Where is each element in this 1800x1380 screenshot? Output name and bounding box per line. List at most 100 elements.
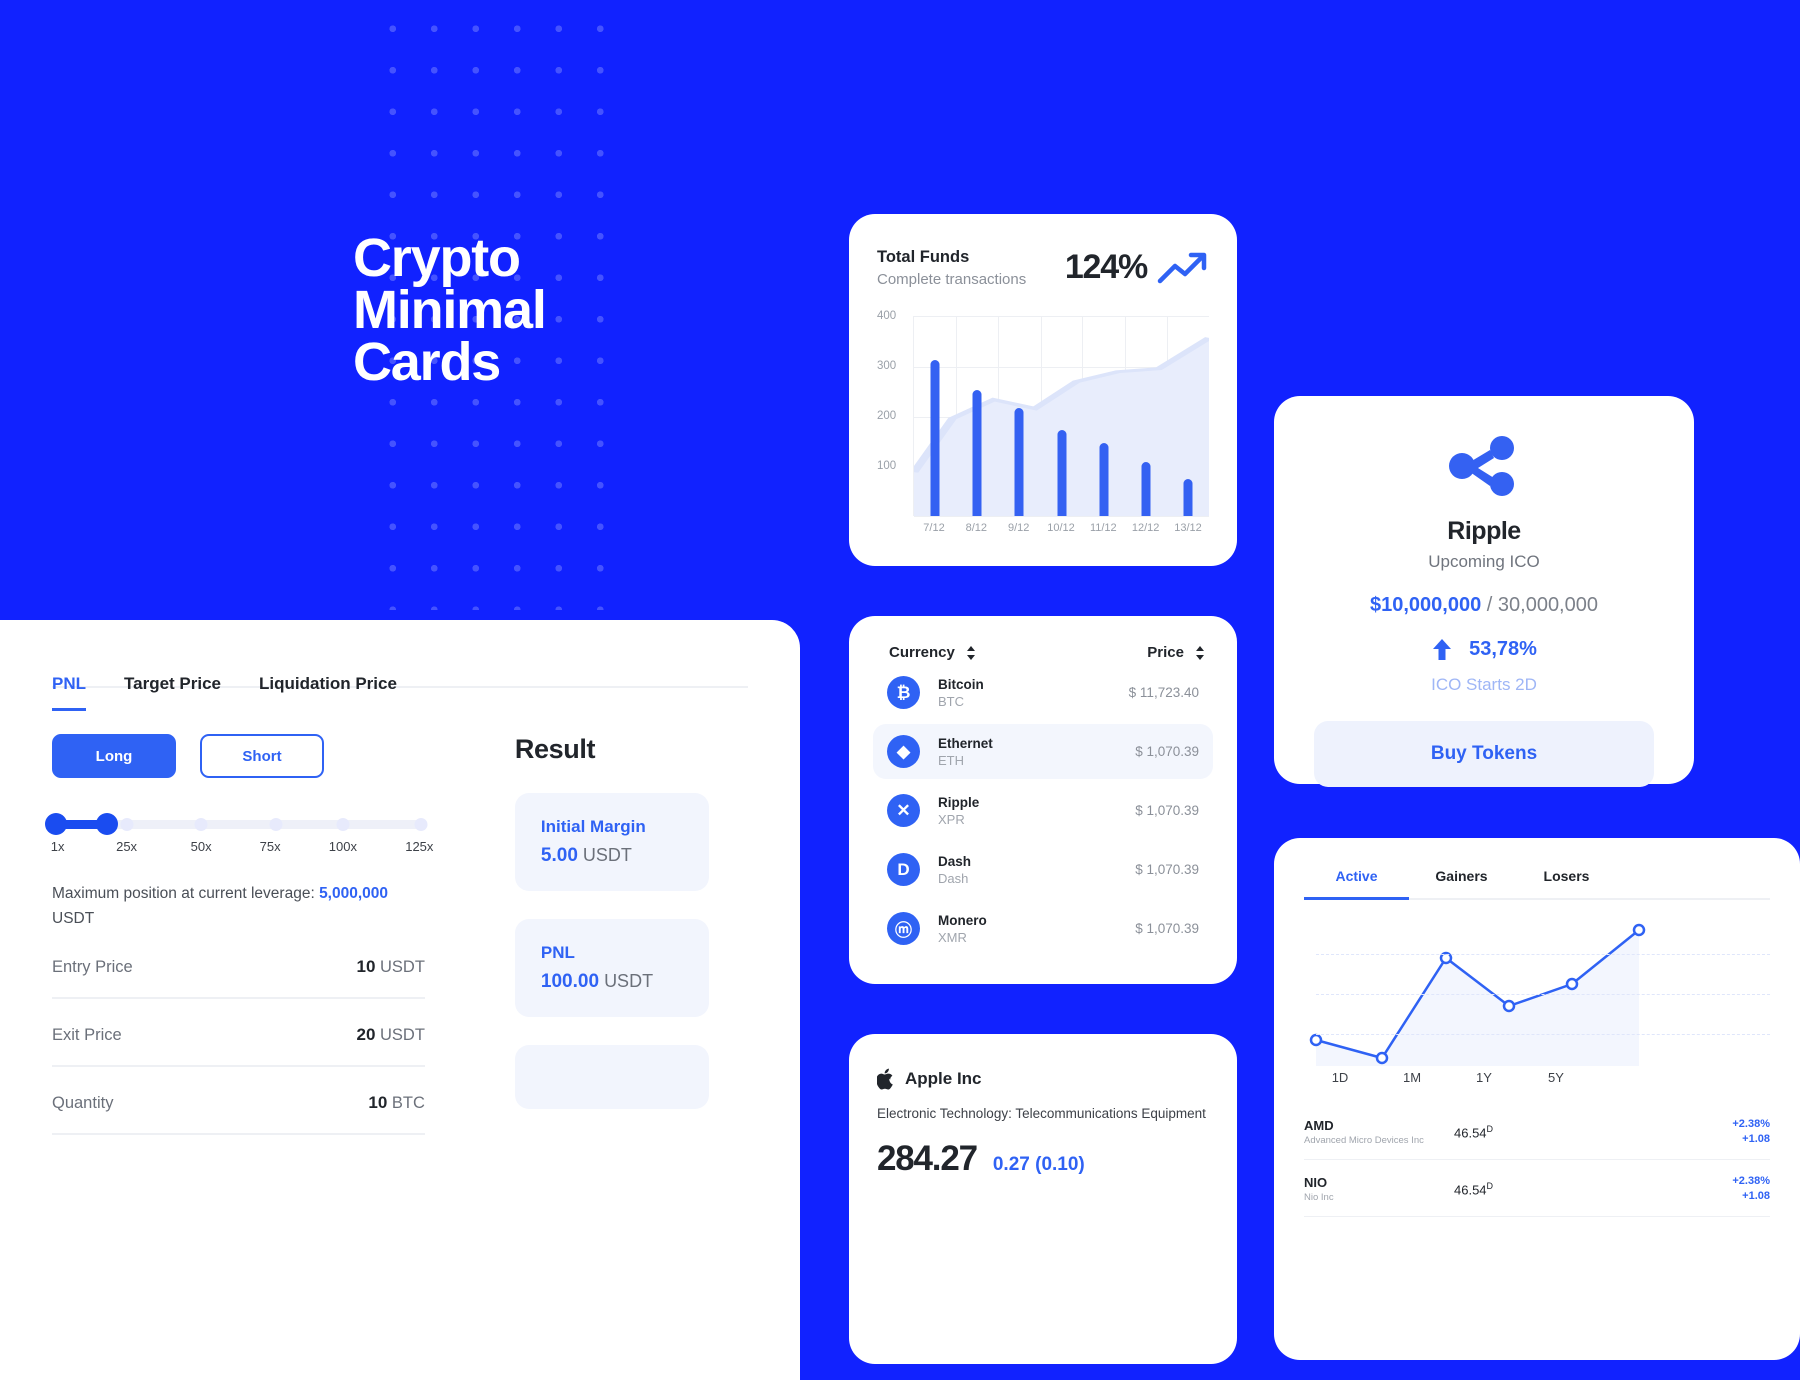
chart-x-axis: 7/12 8/12 9/12 10/12 11/12 12/12 13/12 [913, 522, 1209, 540]
leverage-tick-dot[interactable] [120, 818, 134, 831]
exit-price-row[interactable]: Exit Price 20 USDT [52, 999, 425, 1067]
sort-icon[interactable] [1196, 645, 1205, 660]
coin-symbol: XMR [938, 929, 967, 945]
stock-change: +2.38% +1.08 [1574, 1117, 1770, 1147]
leverage-track[interactable] [44, 813, 428, 835]
stock-value: 46.54D [1454, 1123, 1494, 1141]
stocks-card: Active Gainers Losers 1D 1M 1Y 5Y AMD Ad… [1274, 838, 1800, 1360]
table-row[interactable]: D Dash Dash $ 1,070.39 [873, 842, 1213, 897]
x-tick-label: 10/12 [1047, 522, 1075, 534]
price-column-header[interactable]: Price [1147, 644, 1205, 661]
arrow-up-icon [1433, 639, 1452, 660]
ripple-icon: ✕ [887, 794, 920, 827]
coin-price: $ 1,070.39 [1135, 744, 1199, 759]
leverage-tick-label: 1x [50, 839, 65, 854]
dash-icon: D [887, 853, 920, 886]
tab-losers[interactable]: Losers [1514, 868, 1619, 900]
max-position-note: Maximum position at current leverage: 5,… [52, 881, 425, 931]
range-1d[interactable]: 1D [1304, 1070, 1376, 1085]
entry-price-value: 10 USDT [356, 957, 425, 976]
ethereum-icon: ◆ [887, 735, 920, 768]
coin-name: Ethernet [938, 735, 993, 751]
leverage-tick-dot[interactable] [336, 818, 350, 831]
leverage-tick-dot[interactable] [414, 818, 428, 831]
stock-company: Advanced Micro Devices Inc [1304, 1135, 1424, 1146]
stocks-range-selector: 1D 1M 1Y 5Y [1304, 1070, 1770, 1085]
leverage-tick-dot[interactable] [269, 818, 283, 831]
tab-gainers[interactable]: Gainers [1409, 868, 1514, 900]
tab-liquidation-price[interactable]: Liquidation Price [259, 674, 397, 711]
total-funds-percent: 124% [1064, 248, 1148, 286]
y-tick-100: 100 [877, 460, 897, 472]
leverage-tick-dot[interactable] [194, 818, 208, 831]
table-row[interactable]: ◆ Ethernet ETH $ 1,070.39 [873, 724, 1213, 779]
stock-symbol: AMD [1304, 1118, 1334, 1133]
initial-margin-value: 5.00 USDT [540, 845, 632, 866]
quantity-row[interactable]: Quantity 10 BTC [52, 1067, 425, 1135]
gridline-h [914, 516, 1209, 517]
sort-icon[interactable] [966, 645, 976, 660]
pnl-form: Long Short 1x 25x 50x 75x 100x 125x Maxi… [44, 734, 434, 1135]
long-button[interactable]: Long [52, 734, 176, 778]
bar-11-12 [1099, 443, 1109, 516]
stocks-tabs: Active Gainers Losers [1304, 866, 1770, 900]
stock-change-pct: +2.38% [1732, 1175, 1770, 1187]
ripple-funding: $10,000,000 / 30,000,000 [1314, 594, 1654, 617]
quantity-value: 10 BTC [368, 1093, 425, 1112]
leverage-slider[interactable]: 1x 25x 50x 75x 100x 125x [44, 813, 434, 861]
ripple-subtitle: Upcoming ICO [1428, 552, 1540, 571]
ripple-name: Ripple [1447, 517, 1521, 545]
leverage-tick-labels: 1x 25x 50x 75x 100x 125x [50, 839, 434, 861]
ripple-percent: 53,78% [1469, 637, 1537, 660]
entry-price-row[interactable]: Entry Price 10 USDT [52, 931, 425, 999]
currency-table-header: Currency Price [873, 644, 1213, 661]
coin-price: $ 1,070.39 [1135, 921, 1199, 936]
table-row[interactable]: AMD Advanced Micro Devices Inc 46.54D +2… [1304, 1103, 1770, 1160]
currency-column-header[interactable]: Currency [889, 644, 976, 661]
trending-up-icon [1157, 252, 1207, 283]
tab-active[interactable]: Active [1304, 868, 1409, 900]
total-funds-title: Total Funds [877, 248, 970, 266]
x-tick-label: 13/12 [1174, 522, 1202, 534]
stocks-sparkline [1309, 923, 1646, 1066]
x-tick-label: 12/12 [1131, 522, 1160, 534]
leverage-tick-label: 25x [116, 839, 138, 854]
coin-name: Dash [938, 853, 972, 869]
apple-change: 0.27 (0.10) [992, 1154, 1085, 1175]
leverage-tick-label: 100x [328, 839, 357, 854]
max-position-value: 5,000,000 [319, 885, 389, 902]
table-row[interactable]: NIO Nio Inc 46.54D +2.38% +1.08 [1304, 1160, 1770, 1217]
ripple-start-countdown: ICO Starts 2D [1431, 675, 1537, 694]
pnl-result-value: 100.00 USDT [540, 971, 654, 992]
stock-change-pct: +2.38% [1732, 1118, 1770, 1130]
stock-change: +2.38% +1.08 [1574, 1174, 1770, 1204]
exit-price-value: 20 USDT [356, 1025, 425, 1044]
chart-plot-area [913, 316, 1209, 517]
coin-price: $ 1,070.39 [1135, 862, 1199, 877]
max-position-suffix: USDT [52, 910, 95, 927]
bar-7-12 [930, 360, 940, 516]
table-row[interactable]: ✕ Ripple XPR $ 1,070.39 [873, 783, 1213, 838]
currency-header-label: Currency [889, 644, 955, 661]
short-button[interactable]: Short [200, 734, 324, 778]
ripple-icon [1449, 436, 1514, 496]
table-row[interactable]: ⓜ Monero XMR $ 1,070.39 [873, 901, 1213, 956]
tab-target-price[interactable]: Target Price [124, 674, 221, 711]
max-position-prefix: Maximum position at current leverage: [52, 885, 320, 902]
x-tick-label: 9/12 [1007, 522, 1030, 534]
bitcoin-icon: ₿ [887, 676, 920, 709]
range-5y[interactable]: 5Y [1520, 1070, 1592, 1085]
range-1y[interactable]: 1Y [1448, 1070, 1520, 1085]
tab-pnl[interactable]: PNL [52, 674, 86, 711]
table-row[interactable]: ₿ Bitcoin BTC $ 11,723.40 [873, 665, 1213, 720]
ripple-goal: / 30,000,000 [1481, 594, 1598, 616]
range-1m[interactable]: 1M [1376, 1070, 1448, 1085]
pnl-result-label: PNL [540, 943, 575, 962]
pnl-result-box: PNL 100.00 USDT [514, 919, 709, 1017]
leverage-knob-min[interactable] [44, 813, 67, 835]
y-tick-200: 200 [877, 410, 897, 422]
leverage-knob[interactable] [95, 813, 118, 835]
stock-change-abs: +1.08 [1742, 1190, 1770, 1202]
buy-tokens-button[interactable]: Buy Tokens [1314, 721, 1654, 787]
pnl-calculator-card: PNL Target Price Liquidation Price Long … [0, 620, 800, 1380]
